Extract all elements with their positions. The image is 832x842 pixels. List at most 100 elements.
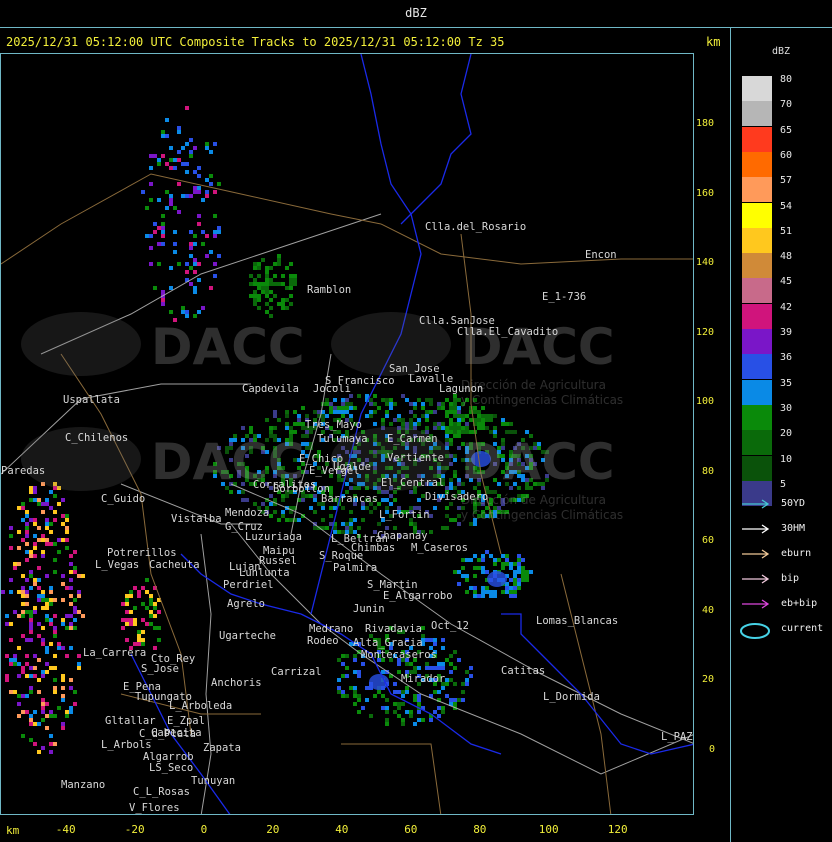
place-label: Zapata xyxy=(203,742,241,754)
radar-echo-pixel xyxy=(449,482,453,486)
radar-echo-pixel xyxy=(197,166,201,170)
radar-echo-pixel xyxy=(173,206,177,210)
radar-echo-pixel xyxy=(65,654,69,658)
radar-echo-pixel xyxy=(197,278,201,282)
place-label: E_Vergel xyxy=(309,465,360,477)
storm-cell[interactable] xyxy=(369,674,389,690)
place-label: L_Beltran xyxy=(331,533,388,545)
radar-echo-pixel xyxy=(265,294,269,298)
radar-echo-pixel xyxy=(277,254,281,258)
radar-echo-pixel xyxy=(501,554,505,558)
radar-echo-pixel xyxy=(177,182,181,186)
dbz-label: 39 xyxy=(780,327,793,338)
radar-echo-pixel xyxy=(361,518,365,522)
radar-echo-pixel xyxy=(53,598,57,602)
radar-echo-pixel xyxy=(37,598,41,602)
radar-echo-pixel xyxy=(273,414,277,418)
radar-echo-pixel xyxy=(405,398,409,402)
radar-echo-pixel xyxy=(293,278,297,282)
radar-echo-pixel xyxy=(181,194,185,198)
radar-echo-pixel xyxy=(273,274,277,278)
radar-echo-pixel xyxy=(477,418,481,422)
radar-echo-pixel xyxy=(481,570,485,574)
y-tick-label: 120 xyxy=(696,326,715,338)
radar-echo-pixel xyxy=(5,614,9,618)
radar-echo-pixel xyxy=(5,622,9,626)
radar-echo-pixel xyxy=(465,574,469,578)
radar-echo-pixel xyxy=(501,418,505,422)
radar-echo-pixel xyxy=(149,198,153,202)
radar-echo-pixel xyxy=(181,306,185,310)
radar-echo-pixel xyxy=(289,294,293,298)
radar-echo-pixel xyxy=(49,598,53,602)
radar-echo-pixel xyxy=(281,302,285,306)
radar-echo-pixel xyxy=(153,646,157,650)
place-label: Junin xyxy=(353,603,385,615)
radar-echo-pixel xyxy=(45,670,49,674)
radar-echo-pixel xyxy=(141,642,145,646)
radar-echo-pixel xyxy=(61,678,65,682)
radar-echo-pixel xyxy=(453,458,457,462)
radar-echo-pixel xyxy=(389,398,393,402)
place-label: Tulumaya xyxy=(317,433,368,445)
radar-echo-pixel xyxy=(77,666,81,670)
radar-echo-pixel xyxy=(261,258,265,262)
radar-echo-pixel xyxy=(77,590,81,594)
radar-echo-pixel xyxy=(433,642,437,646)
radar-echo-pixel xyxy=(345,482,349,486)
radar-echo-pixel xyxy=(385,410,389,414)
radar-echo-pixel xyxy=(169,202,173,206)
current-cell-icon xyxy=(740,623,770,639)
radar-map[interactable]: DACC DACC DACC DACC Dirección de Agricul… xyxy=(0,53,694,815)
place-label: L_Fortin xyxy=(379,509,430,521)
x-tick-label: 20 xyxy=(266,823,280,836)
radar-echo-pixel xyxy=(473,594,477,598)
radar-echo-pixel xyxy=(481,422,485,426)
radar-echo-pixel xyxy=(41,702,45,706)
radar-echo-pixel xyxy=(253,290,257,294)
radar-echo-pixel xyxy=(53,570,57,574)
radar-echo-pixel xyxy=(461,690,465,694)
place-label: Catitas xyxy=(501,665,545,677)
dbz-label: 51 xyxy=(780,225,793,237)
radar-echo-pixel xyxy=(413,490,417,494)
radar-echo-pixel xyxy=(25,526,29,530)
radar-echo-pixel xyxy=(409,410,413,414)
radar-echo-pixel xyxy=(145,578,149,582)
radar-echo-pixel xyxy=(501,562,505,566)
radar-echo-pixel xyxy=(517,554,521,558)
radar-echo-pixel xyxy=(165,162,169,166)
radar-echo-pixel xyxy=(173,250,177,254)
radar-echo-pixel xyxy=(277,262,281,266)
radar-echo-pixel xyxy=(345,526,349,530)
radar-echo-pixel xyxy=(29,614,33,618)
radar-echo-pixel xyxy=(453,414,457,418)
radar-echo-pixel xyxy=(449,662,453,666)
radar-echo-pixel xyxy=(269,290,273,294)
radar-echo-pixel xyxy=(189,138,193,142)
radar-echo-pixel xyxy=(405,690,409,694)
storm-cell[interactable] xyxy=(487,571,507,587)
radar-echo-pixel xyxy=(389,402,393,406)
radar-echo-pixel xyxy=(149,262,153,266)
radar-echo-pixel xyxy=(29,638,33,642)
radar-echo-pixel xyxy=(329,514,333,518)
radar-echo-pixel xyxy=(217,182,221,186)
radar-echo-pixel xyxy=(517,582,521,586)
radar-echo-pixel xyxy=(485,570,489,574)
radar-echo-pixel xyxy=(197,214,201,218)
radar-echo-pixel xyxy=(505,590,509,594)
radar-echo-pixel xyxy=(477,422,481,426)
radar-echo-pixel xyxy=(49,602,53,606)
radar-echo-pixel xyxy=(269,306,273,310)
radar-echo-pixel xyxy=(289,274,293,278)
dbz-swatch-20 xyxy=(742,430,772,456)
radar-echo-pixel xyxy=(449,670,453,674)
radar-echo-pixel xyxy=(65,586,69,590)
radar-echo-pixel xyxy=(473,574,477,578)
radar-echo-pixel xyxy=(33,578,37,582)
radar-echo-pixel xyxy=(421,718,425,722)
radar-echo-pixel xyxy=(145,622,149,626)
dbz-label: 42 xyxy=(780,301,793,313)
radar-echo-pixel xyxy=(49,506,53,510)
